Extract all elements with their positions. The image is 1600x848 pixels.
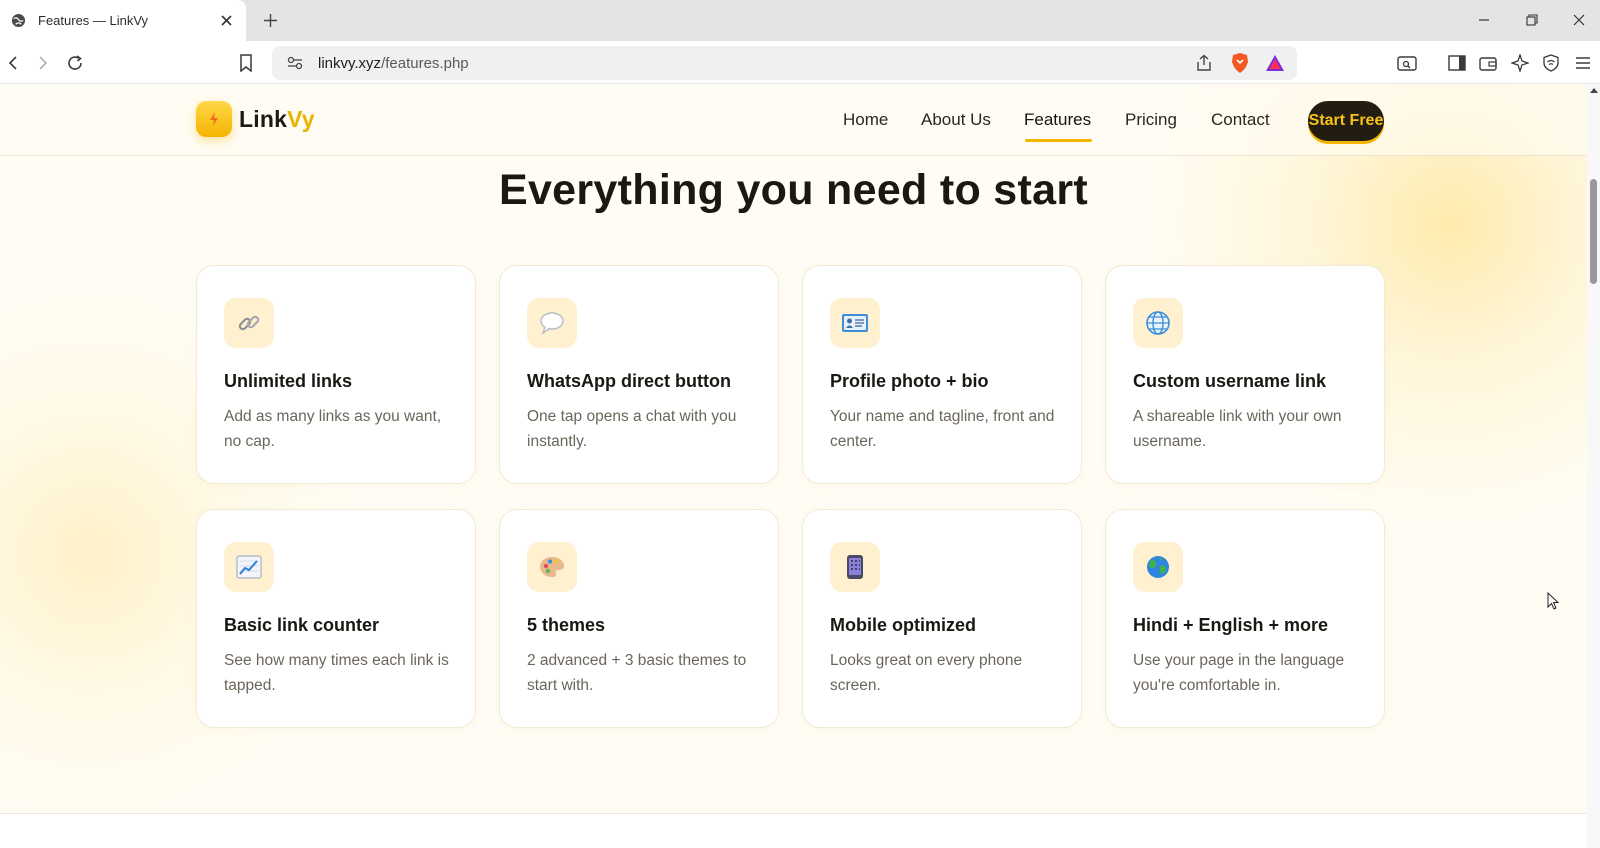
palette-icon	[527, 542, 577, 592]
next-section-edge	[0, 813, 1587, 848]
window-close-icon[interactable]	[1567, 8, 1591, 32]
feature-card: Hindi + English + more Use your page in …	[1105, 509, 1385, 728]
feature-title: Mobile optimized	[830, 615, 976, 635]
nav-features[interactable]: Features	[1024, 110, 1091, 130]
feature-desc: A shareable link with your own username.	[1133, 408, 1342, 450]
feature-title: Profile photo + bio	[830, 371, 989, 391]
page-title: Everything you need to start	[498, 166, 1088, 214]
browser-tab-active[interactable]: Features — LinkVy	[0, 0, 246, 41]
nav-pricing[interactable]: Pricing	[1125, 110, 1177, 130]
leo-ai-icon[interactable]	[1507, 50, 1533, 76]
feature-desc: Your name and tagline, front and center.	[830, 408, 1055, 450]
feature-title: 5 themes	[527, 615, 606, 635]
address-host: linkvy.xyz	[318, 54, 382, 72]
bookmark-icon[interactable]	[233, 50, 259, 76]
minimize-icon[interactable]	[1472, 8, 1496, 32]
logo-accent: Vy	[287, 106, 315, 132]
feature-desc: Use your page in the language you're com…	[1133, 652, 1345, 694]
chart-increasing-icon	[224, 542, 274, 592]
feature-card: WhatsApp direct button One tap opens a c…	[499, 265, 779, 484]
vpn-shield-icon[interactable]	[1538, 50, 1564, 76]
feature-card: Unlimited links Add as many links as you…	[196, 265, 476, 484]
feature-desc: See how many times each link is tapped.	[224, 652, 449, 694]
restore-icon[interactable]	[1520, 8, 1544, 32]
id-card-icon	[830, 298, 880, 348]
feature-title: Custom username link	[1133, 371, 1327, 391]
browser-toolbar: linkvy.xyz/features.php	[0, 41, 1600, 84]
logo-bolt-icon[interactable]	[196, 101, 232, 137]
nav-contact[interactable]: Contact	[1211, 110, 1270, 130]
feature-desc: 2 advanced + 3 basic themes to start wit…	[527, 652, 747, 694]
address-url[interactable]: linkvy.xyz/features.php	[318, 55, 469, 72]
earth-icon	[1133, 542, 1183, 592]
back-icon[interactable]	[0, 50, 26, 76]
brave-rewards-icon[interactable]	[1262, 50, 1288, 76]
start-free-button[interactable]: Start Free	[1308, 101, 1384, 141]
logo-wordmark[interactable]: LinkVy	[239, 106, 315, 133]
feature-desc: Looks great on every phone screen.	[830, 652, 1023, 694]
address-path: /features.php	[381, 54, 469, 72]
mobile-phone-icon	[830, 542, 880, 592]
globe-icon	[1133, 298, 1183, 348]
globe-favicon-icon	[10, 13, 26, 29]
feature-card: Profile photo + bio Your name and taglin…	[802, 265, 1082, 484]
feature-title: WhatsApp direct button	[527, 371, 731, 391]
wallet-icon[interactable]	[1475, 50, 1501, 76]
feature-card: Mobile optimized Looks great on every ph…	[802, 509, 1082, 728]
mouse-cursor-icon	[1547, 592, 1559, 610]
site-settings-icon[interactable]	[280, 48, 310, 78]
sidebar-toggle-icon[interactable]	[1444, 50, 1470, 76]
tab-close-icon[interactable]	[216, 11, 236, 31]
menu-hamburger-icon[interactable]	[1570, 50, 1596, 76]
link-icon	[224, 298, 274, 348]
scroll-up-arrow-icon[interactable]	[1590, 88, 1598, 93]
nav-about-us[interactable]: About Us	[921, 110, 991, 130]
nav-active-underline	[1025, 139, 1092, 142]
speech-bubble-icon	[527, 298, 577, 348]
reader-mode-icon[interactable]	[1394, 50, 1420, 76]
feature-desc: One tap opens a chat with you instantly.	[527, 408, 737, 450]
share-icon[interactable]	[1191, 50, 1217, 76]
feature-desc: Add as many links as you want, no cap.	[224, 408, 442, 450]
feature-card: 5 themes 2 advanced + 3 basic themes to …	[499, 509, 779, 728]
forward-icon[interactable]	[30, 50, 56, 76]
address-bar[interactable]: linkvy.xyz/features.php	[272, 46, 1297, 80]
feature-card: Basic link counter See how many times ea…	[196, 509, 476, 728]
site-header: LinkVy Home About Us Features Pricing Co…	[0, 84, 1587, 156]
page-viewport: LinkVy Home About Us Features Pricing Co…	[0, 84, 1587, 848]
browser-tab-strip: Features — LinkVy	[0, 0, 1600, 41]
scroll-thumb[interactable]	[1590, 179, 1597, 284]
tab-title: Features — LinkVy	[38, 13, 149, 28]
new-tab-plus-icon[interactable]	[258, 8, 282, 32]
reload-icon[interactable]	[62, 50, 88, 76]
feature-title: Unlimited links	[224, 371, 353, 391]
brave-shields-icon[interactable]	[1227, 50, 1253, 76]
page-scrollbar[interactable]	[1587, 84, 1600, 848]
feature-card: Custom username link A shareable link wi…	[1105, 265, 1385, 484]
nav-home[interactable]: Home	[843, 110, 888, 130]
feature-title: Basic link counter	[224, 615, 380, 635]
logo-main: Link	[239, 106, 288, 132]
feature-title: Hindi + English + more	[1133, 615, 1329, 635]
